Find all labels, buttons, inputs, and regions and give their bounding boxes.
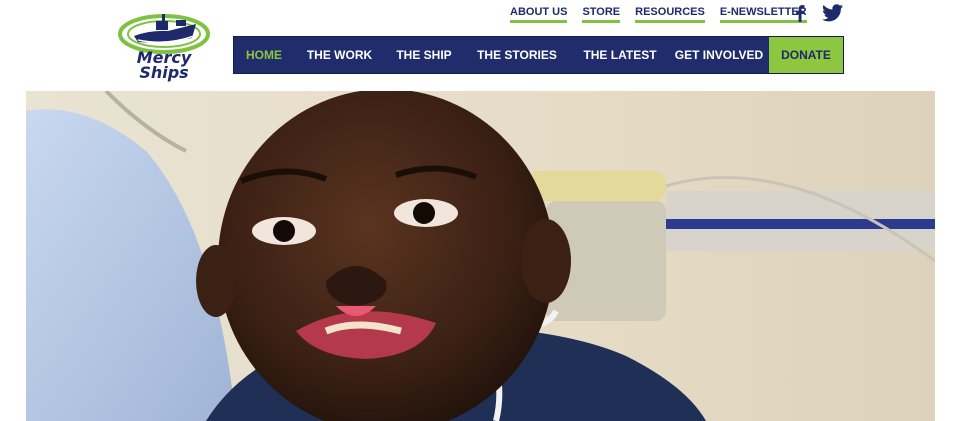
logo-text-line2: Ships [139,63,189,82]
nav-item-the-latest[interactable]: THE LATEST [571,37,669,73]
nav-item-the-stories[interactable]: THE STORIES [463,37,571,73]
main-nav: HOME THE WORK THE SHIP THE STORIES THE L… [233,36,844,74]
social-links [790,3,844,28]
smiling-child-photo [26,91,935,421]
top-link-store[interactable]: STORE [582,6,621,23]
top-link-resources[interactable]: RESOURCES [635,6,705,23]
mercy-ships-logo[interactable]: Mercy Ships [116,10,212,82]
nav-item-the-ship[interactable]: THE SHIP [385,37,463,73]
nav-item-the-work[interactable]: THE WORK [294,37,385,73]
utility-nav: ABOUT US STORE RESOURCES E-NEWSLETTER [510,6,807,23]
top-link-about-us[interactable]: ABOUT US [510,6,568,23]
twitter-icon[interactable] [822,3,844,28]
donate-button[interactable]: DONATE [769,37,843,73]
nav-item-get-involved[interactable]: GET INVOLVED [669,37,769,73]
hero-image [26,91,935,421]
nav-item-home[interactable]: HOME [234,37,294,73]
facebook-icon[interactable] [790,3,810,28]
